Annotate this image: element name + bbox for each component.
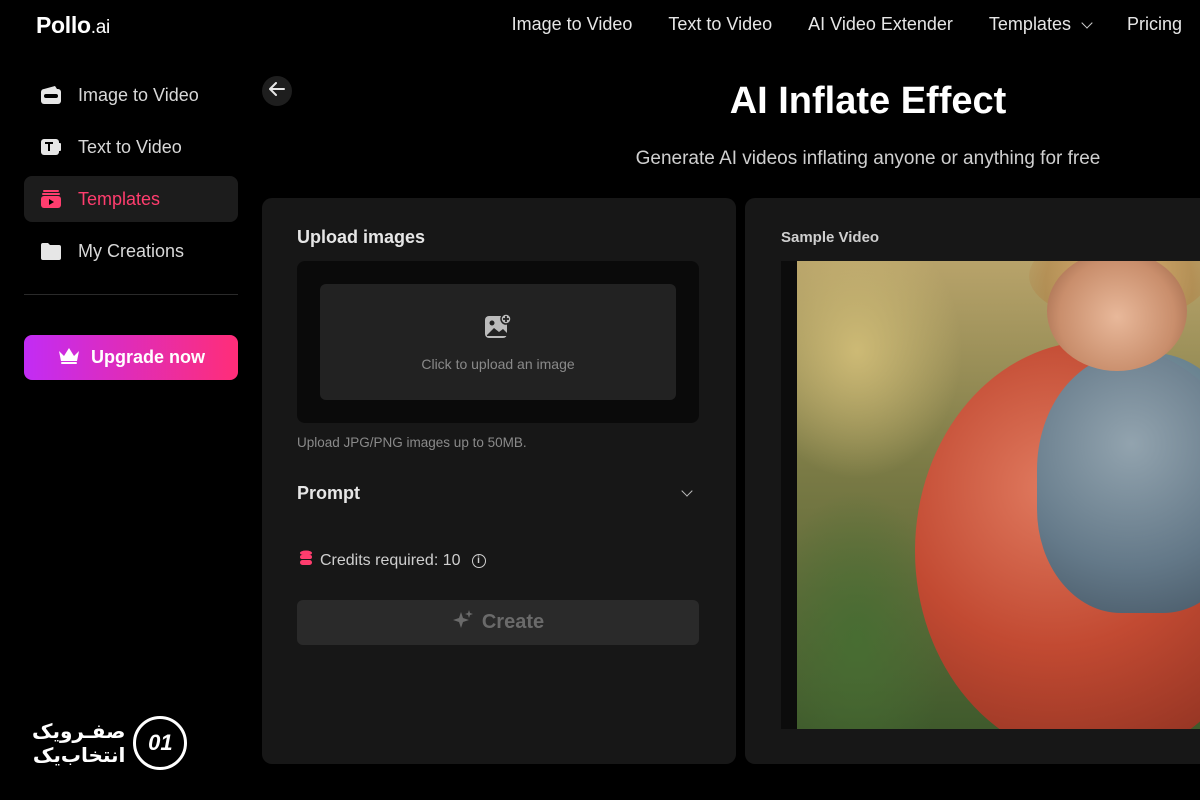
- upload-hint: Upload JPG/PNG images up to 50MB.: [297, 435, 527, 450]
- prompt-title[interactable]: Prompt: [297, 483, 360, 504]
- sidebar-item-templates[interactable]: Templates: [24, 176, 238, 222]
- nav-image-to-video[interactable]: Image to Video: [512, 14, 633, 35]
- top-nav: Image to Video Text to Video AI Video Ex…: [512, 14, 1182, 35]
- sample-panel: Sample Video: [745, 198, 1200, 764]
- sidebar-item-image-to-video[interactable]: Image to Video: [24, 72, 238, 118]
- video-frame: [797, 261, 1200, 729]
- logo-suffix: .ai: [90, 17, 110, 38]
- nav-label: Pricing: [1126, 14, 1182, 34]
- sidebar: Image to Video Text to Video Templates M…: [24, 72, 238, 380]
- info-icon[interactable]: i: [471, 553, 486, 568]
- image-upload-icon: [484, 312, 512, 346]
- nav-label: AI Video Extender: [808, 14, 953, 34]
- logo-name: Pollo: [36, 12, 91, 38]
- upload-title: Upload images: [297, 227, 426, 247]
- page-title: AI Inflate Effect: [729, 80, 1007, 122]
- create-label: Create: [481, 611, 545, 633]
- folder-icon: [40, 241, 62, 261]
- sidebar-item-label: Text to Video: [78, 136, 182, 157]
- credits-info: Credits required: 10 i: [299, 550, 486, 571]
- sample-video[interactable]: [781, 261, 1200, 729]
- nav-text-to-video[interactable]: Text to Video: [668, 14, 772, 35]
- sidebar-item-label: Templates: [78, 188, 161, 209]
- sidebar-item-label: My Creations: [78, 240, 185, 261]
- video-subject-body: [1037, 353, 1200, 613]
- pollo-logo[interactable]: Pollo.ai: [36, 12, 110, 39]
- nav-pricing[interactable]: Pricing: [1127, 14, 1182, 35]
- nav-label: Templates: [988, 14, 1071, 34]
- nav-templates[interactable]: Templates: [988, 14, 1093, 35]
- coins-icon: [299, 550, 313, 571]
- crown-icon: [57, 345, 81, 370]
- upgrade-button[interactable]: Upgrade now: [24, 335, 238, 380]
- nav-label: Text to Video: [668, 14, 773, 34]
- nav-label: Image to Video: [511, 14, 633, 34]
- watermark-line-1: صفـرویک: [32, 719, 126, 743]
- upload-text: Click to upload an image: [421, 355, 575, 372]
- wallet-icon: [40, 85, 62, 105]
- arrow-left-icon: [269, 81, 285, 101]
- watermark-logo: 01: [133, 716, 188, 770]
- create-button[interactable]: Create: [297, 600, 699, 645]
- back-button[interactable]: [262, 76, 292, 106]
- upload-area: Click to upload an image: [297, 261, 699, 423]
- upload-dropzone[interactable]: Click to upload an image: [320, 284, 676, 400]
- templates-icon: [40, 189, 62, 209]
- credits-label: Credits required: 10: [320, 551, 461, 569]
- watermark-text: صفـرویک انتخاب‌یک: [32, 719, 125, 767]
- page-subtitle: Generate AI videos inflating anyone or a…: [635, 148, 1101, 169]
- sidebar-divider: [24, 294, 238, 295]
- nav-ai-video-extender[interactable]: AI Video Extender: [808, 14, 953, 35]
- watermark: صفـرویک انتخاب‌یک 01: [32, 716, 188, 770]
- chevron-down-icon: [1081, 16, 1093, 29]
- chevron-down-icon[interactable]: [681, 485, 693, 497]
- sample-title: Sample Video: [781, 229, 880, 246]
- sidebar-item-my-creations[interactable]: My Creations: [24, 228, 238, 274]
- generator-panel: Upload images Click to upload an image U…: [262, 198, 736, 764]
- upgrade-label: Upgrade now: [90, 347, 205, 367]
- sparkle-icon: [452, 609, 474, 637]
- text-to-video-icon: [40, 137, 62, 157]
- watermark-line-2: انتخاب‌یک: [32, 743, 126, 767]
- sidebar-item-text-to-video[interactable]: Text to Video: [24, 124, 238, 170]
- sidebar-item-label: Image to Video: [78, 84, 199, 105]
